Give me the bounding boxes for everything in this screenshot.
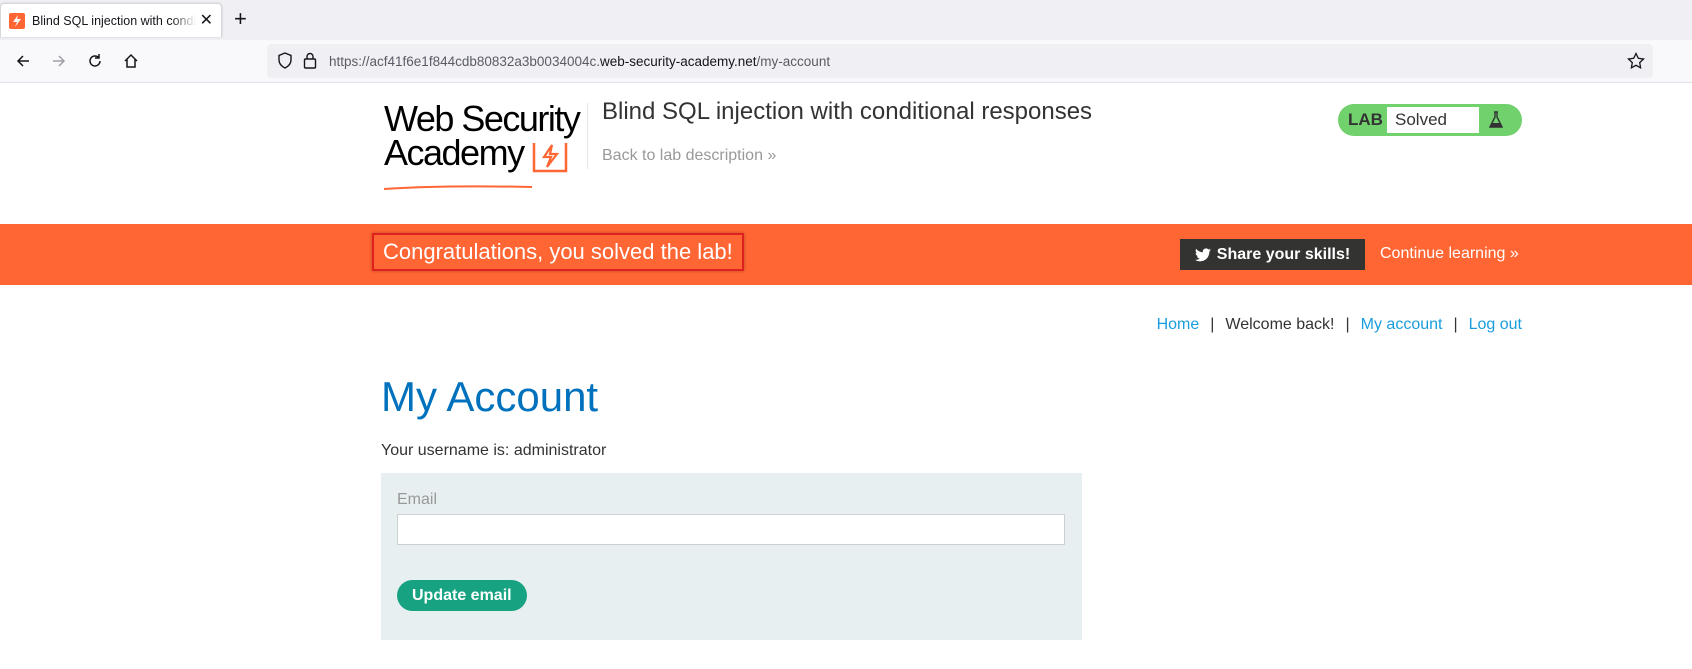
forward-arrow-icon[interactable] [49,51,69,71]
url-bar[interactable]: https://acf41f6e1f844cdb80832a3b0034004c… [267,44,1653,78]
lightning-icon [9,12,25,29]
nav-separator: | [1210,316,1215,333]
welcome-text: Welcome back! [1225,316,1335,333]
browser-tab[interactable]: Blind SQL injection with conditional res… [0,3,222,37]
web-security-academy-logo[interactable]: Web Security Academy [384,101,584,190]
shield-icon[interactable] [277,52,293,74]
url-text: https://acf41f6e1f844cdb80832a3b0034004c… [329,53,831,69]
lock-icon[interactable] [303,52,317,74]
lab-title: Blind SQL injection with conditional res… [602,98,1093,125]
home-icon[interactable] [121,51,141,71]
logo-swoosh [384,185,533,190]
double-chevron-right-icon: » [767,147,777,164]
lab-status-value: Solved [1386,106,1480,134]
lab-status-widget: LAB Solved [1338,104,1522,136]
page-content: Web Security Academy Blind SQL injection… [0,83,1692,669]
page-title: My Account [381,373,599,420]
lab-header: Web Security Academy Blind SQL injection… [0,83,1692,224]
flask-icon [1480,106,1512,134]
tab-title: Blind SQL injection with conditional res… [32,13,196,28]
nav-separator: | [1345,316,1350,333]
twitter-icon [1194,247,1211,261]
nav-separator: | [1453,316,1458,333]
congratulations-message: Congratulations, you solved the lab! [372,233,744,271]
continue-learning-link[interactable]: Continue learning » [1380,245,1519,263]
account-nav: Home | Welcome back! | My account | Log … [1157,316,1522,334]
email-field[interactable] [397,514,1065,545]
header-divider [587,103,588,169]
new-tab-button[interactable]: + [234,8,247,30]
back-arrow-icon[interactable] [13,51,33,71]
home-link[interactable]: Home [1157,316,1200,334]
browser-nav-bar: https://acf41f6e1f844cdb80832a3b0034004c… [0,40,1692,83]
bookmark-star-icon[interactable] [1627,51,1645,75]
solved-banner: Congratulations, you solved the lab! Sha… [0,224,1692,285]
log-out-link[interactable]: Log out [1469,316,1522,334]
my-account-link[interactable]: My account [1361,316,1443,334]
reload-icon[interactable] [85,51,105,71]
email-label: Email [397,491,438,508]
update-email-form: Email Update email [381,473,1082,640]
back-to-lab-description-link[interactable]: Back to lab description » [602,147,776,165]
username-text: Your username is: administrator [381,442,607,459]
update-email-button[interactable]: Update email [397,580,527,611]
close-icon[interactable]: ✕ [200,12,213,29]
lab-status-label: LAB [1348,110,1383,129]
browser-tab-bar: Blind SQL injection with conditional res… [0,0,1692,40]
double-chevron-right-icon: » [1509,245,1519,262]
share-your-skills-button[interactable]: Share your skills! [1180,239,1365,270]
logo-lightning-icon [532,143,568,173]
